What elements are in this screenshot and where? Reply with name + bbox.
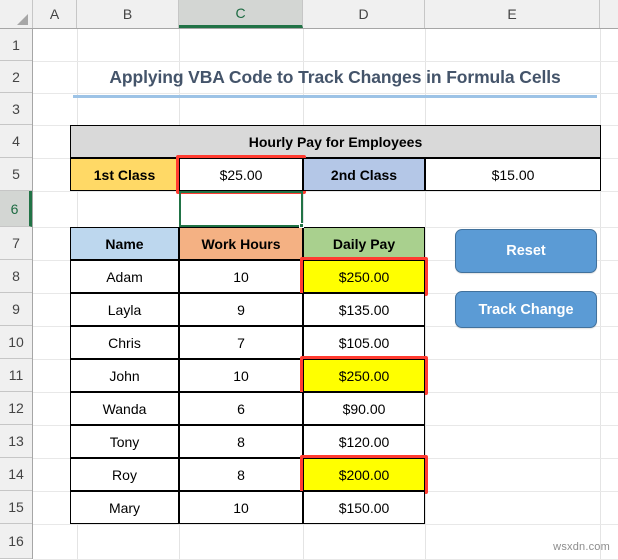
spreadsheet-grid[interactable]: Applying VBA Code to Track Changes in Fo… bbox=[0, 0, 618, 560]
cell-pay[interactable]: $250.00 bbox=[303, 260, 425, 293]
row-header-16[interactable]: 16 bbox=[0, 524, 32, 559]
cell-pay[interactable]: $200.00 bbox=[303, 458, 425, 491]
cell-pay[interactable]: $120.00 bbox=[303, 425, 425, 458]
page-title: Applying VBA Code to Track Changes in Fo… bbox=[109, 67, 561, 87]
cell-hours[interactable]: 6 bbox=[179, 392, 303, 425]
cell-name[interactable]: Wanda bbox=[70, 392, 179, 425]
cell-hours[interactable]: 8 bbox=[179, 458, 303, 491]
column-header-a[interactable]: A bbox=[33, 0, 77, 28]
row-header-14[interactable]: 14 bbox=[0, 458, 32, 491]
cell-name[interactable]: Chris bbox=[70, 326, 179, 359]
watermark: wsxdn.com bbox=[553, 541, 610, 553]
select-all-corner[interactable] bbox=[0, 0, 33, 28]
cell-name[interactable]: Mary bbox=[70, 491, 179, 524]
cell-pay[interactable]: $90.00 bbox=[303, 392, 425, 425]
cell-hours[interactable]: 10 bbox=[179, 491, 303, 524]
select-all-triangle-icon bbox=[17, 14, 28, 25]
column-header-daily-pay: Daily Pay bbox=[303, 227, 425, 260]
row-header-3[interactable]: 3 bbox=[0, 93, 32, 125]
first-class-rate-cell[interactable]: $25.00 bbox=[179, 158, 303, 191]
cell-hours[interactable]: 10 bbox=[179, 260, 303, 293]
cell-hours[interactable]: 10 bbox=[179, 359, 303, 392]
cell-pay[interactable]: $135.00 bbox=[303, 293, 425, 326]
row-header-4[interactable]: 4 bbox=[0, 125, 32, 158]
row-header-6[interactable]: 6 bbox=[0, 191, 32, 227]
column-header-c[interactable]: C bbox=[179, 0, 303, 28]
track-change-button[interactable]: Track Change bbox=[455, 291, 597, 328]
cell-name[interactable]: Tony bbox=[70, 425, 179, 458]
column-headers: ABCDE bbox=[0, 0, 618, 29]
gridline-vertical bbox=[600, 29, 601, 559]
gridline-vertical bbox=[425, 29, 426, 559]
active-cell-selection bbox=[179, 191, 304, 228]
reset-button[interactable]: Reset bbox=[455, 229, 597, 273]
row-header-10[interactable]: 10 bbox=[0, 326, 32, 359]
row-header-13[interactable]: 13 bbox=[0, 425, 32, 458]
column-header-b[interactable]: B bbox=[77, 0, 179, 28]
second-class-rate-cell[interactable]: $15.00 bbox=[425, 158, 601, 191]
cell-pay[interactable]: $150.00 bbox=[303, 491, 425, 524]
cell-name[interactable]: John bbox=[70, 359, 179, 392]
column-header-d[interactable]: D bbox=[303, 0, 425, 28]
row-header-7[interactable]: 7 bbox=[0, 227, 32, 260]
cell-hours[interactable]: 7 bbox=[179, 326, 303, 359]
column-header-work-hours: Work Hours bbox=[179, 227, 303, 260]
gridline-horizontal bbox=[33, 524, 618, 525]
row-header-8[interactable]: 8 bbox=[0, 260, 32, 293]
cell-pay[interactable]: $250.00 bbox=[303, 359, 425, 392]
row-header-5[interactable]: 5 bbox=[0, 158, 32, 191]
row-header-2[interactable]: 2 bbox=[0, 61, 32, 93]
row-header-11[interactable]: 11 bbox=[0, 359, 32, 392]
cell-name[interactable]: Layla bbox=[70, 293, 179, 326]
row-header-12[interactable]: 12 bbox=[0, 392, 32, 425]
column-header-e[interactable]: E bbox=[425, 0, 600, 28]
column-header-name: Name bbox=[70, 227, 179, 260]
row-header-1[interactable]: 1 bbox=[0, 29, 32, 61]
cell-hours[interactable]: 8 bbox=[179, 425, 303, 458]
gridline-horizontal bbox=[33, 191, 618, 192]
row-header-15[interactable]: 15 bbox=[0, 491, 32, 524]
row-headers: 1 2 3 4 5 6 7 8 9 10 11 12 13 14 15 16 bbox=[0, 29, 33, 559]
title-underline bbox=[73, 95, 597, 98]
hourly-pay-heading: Hourly Pay for Employees bbox=[70, 125, 601, 158]
cell-pay[interactable]: $105.00 bbox=[303, 326, 425, 359]
cell-hours[interactable]: 9 bbox=[179, 293, 303, 326]
sheet-title: Applying VBA Code to Track Changes in Fo… bbox=[70, 62, 600, 102]
first-class-label: 1st Class bbox=[70, 158, 179, 191]
second-class-label: 2nd Class bbox=[303, 158, 425, 191]
cell-name[interactable]: Adam bbox=[70, 260, 179, 293]
row-header-9[interactable]: 9 bbox=[0, 293, 32, 326]
cell-name[interactable]: Roy bbox=[70, 458, 179, 491]
